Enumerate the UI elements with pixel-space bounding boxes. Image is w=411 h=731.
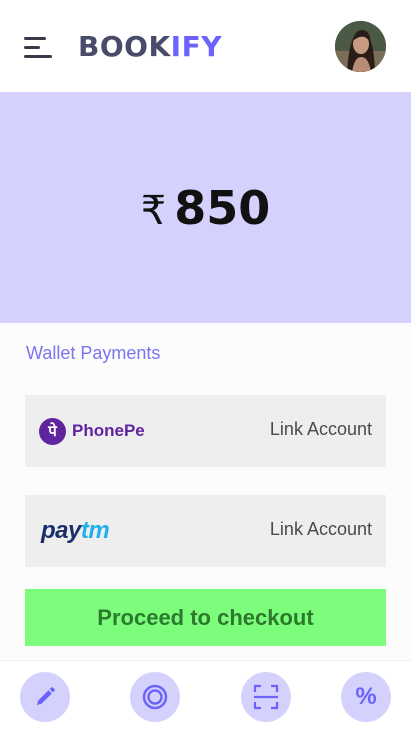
pencil-icon	[37, 687, 55, 705]
menu-line	[24, 55, 52, 58]
app: BOOKIFY ₹850 Wallet Payments पे PhonePe …	[0, 0, 411, 731]
amount-banner: ₹850	[0, 92, 411, 323]
top-bar: BOOKIFY	[0, 0, 411, 92]
percent-icon: %	[355, 683, 377, 710]
nav-edit-button[interactable]	[20, 672, 70, 722]
total-amount: ₹850	[0, 180, 411, 239]
menu-line	[24, 37, 46, 40]
link-account-phonepe[interactable]: Link Account	[270, 419, 372, 440]
phonepe-wordmark: PhonePe	[72, 421, 145, 440]
proceed-to-checkout-button[interactable]: Proceed to checkout	[25, 589, 386, 646]
menu-button[interactable]	[24, 34, 56, 62]
logo-part-book: BOOK	[78, 30, 171, 63]
menu-line	[24, 46, 40, 49]
nav-offers-button[interactable]: %	[341, 672, 391, 722]
phonepe-logo: पे PhonePe	[39, 417, 145, 445]
target-icon	[142, 684, 168, 710]
avatar-image	[335, 21, 386, 72]
avatar[interactable]	[335, 21, 386, 72]
paytm-wordmark-tm: tm	[80, 517, 110, 544]
bottom-nav: %	[0, 660, 411, 731]
currency-symbol: ₹	[140, 188, 167, 234]
payment-options: Wallet Payments पे PhonePe Link Account …	[0, 323, 411, 660]
scan-icon	[253, 684, 279, 710]
app-logo: BOOKIFY	[78, 28, 222, 66]
wallet-card-paytm[interactable]: paytm Link Account	[25, 495, 386, 567]
paytm-logo: paytm	[41, 517, 110, 545]
paytm-wordmark-pay: pay	[41, 517, 81, 544]
section-title: Wallet Payments	[26, 343, 161, 363]
nav-target-button[interactable]	[130, 672, 180, 722]
amount-value: 850	[174, 181, 271, 235]
nav-scan-button[interactable]	[241, 672, 291, 722]
logo-part-ify: IFY	[170, 30, 222, 63]
link-account-paytm[interactable]: Link Account	[270, 519, 372, 540]
wallet-card-phonepe[interactable]: पे PhonePe Link Account	[25, 395, 386, 467]
phonepe-icon: पे	[39, 417, 66, 445]
